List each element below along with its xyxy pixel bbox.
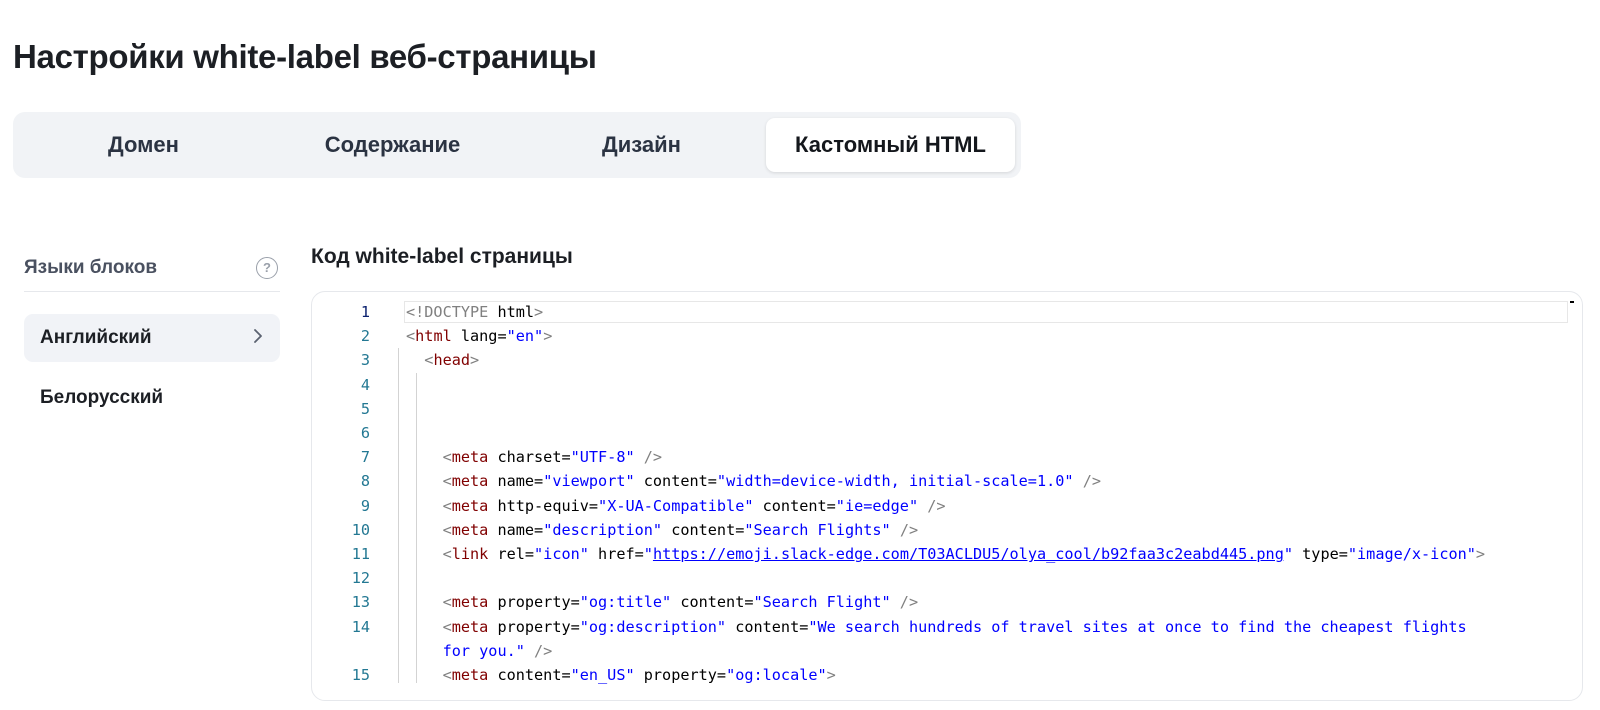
sidebar-item-english[interactable]: Английский: [24, 314, 280, 362]
sidebar-item-belarusian[interactable]: Белорусский: [24, 374, 280, 422]
code-line[interactable]: 5: [312, 397, 1582, 422]
line-number: 4: [360, 375, 370, 394]
code-line[interactable]: for you." />: [312, 639, 1582, 664]
line-number: 13: [351, 593, 370, 612]
code-text: <meta content="en_US" property="og:local…: [442, 666, 836, 684]
code-text: <meta http-equiv="X-UA-Compatible" conte…: [442, 496, 946, 515]
sidebar-header-label: Языки блоков: [24, 256, 158, 278]
sidebar-item-label: Белорусский: [40, 387, 164, 408]
chevron-right-icon: [252, 328, 264, 349]
code-text: <meta property="og:title" content="Searc…: [442, 593, 919, 612]
tab-design[interactable]: Дизайн: [517, 118, 766, 172]
code-editor[interactable]: 1 <!DOCTYPE html> 2 <html lang="en"> 3 <head…: [311, 291, 1583, 701]
code-text: <head>: [424, 351, 480, 370]
line-number: 9: [360, 496, 370, 515]
line-number: 10: [351, 520, 370, 539]
tab-custom-html[interactable]: Кастомный HTML: [766, 118, 1015, 172]
code-text: <meta charset="UTF-8" />: [442, 448, 663, 467]
settings-tabs: Домен Содержание Дизайн Кастомный HTML: [13, 112, 1021, 178]
code-line[interactable]: 10 <meta name="description" content="Sea…: [312, 518, 1582, 543]
line-number: 1: [360, 303, 370, 321]
line-number: 15: [351, 666, 370, 684]
code-line[interactable]: 15 <meta content="en_US" property="og:lo…: [312, 663, 1582, 688]
code-section-title: Код white-label страницы: [311, 245, 573, 268]
line-number: 2: [360, 327, 370, 346]
code-text: <meta property="og:description" content=…: [442, 617, 1467, 636]
code-line[interactable]: 14 <meta property="og:description" conte…: [312, 615, 1582, 640]
code-line[interactable]: 9 <meta http-equiv="X-UA-Compatible" con…: [312, 494, 1582, 519]
tab-content[interactable]: Содержание: [268, 118, 517, 172]
code-text: <meta name="viewport" content="width=dev…: [442, 472, 1101, 491]
code-line[interactable]: 12: [312, 566, 1582, 591]
code-line[interactable]: 7 <meta charset="UTF-8" />: [312, 445, 1582, 470]
line-number: 7: [360, 448, 370, 467]
block-languages-sidebar: Языки блоков ? Английский Белорусский: [24, 246, 280, 422]
line-number: 5: [360, 399, 370, 418]
line-number: 8: [360, 472, 370, 491]
code-line[interactable]: 1 <!DOCTYPE html>: [312, 300, 1582, 325]
page-title: Настройки white-label веб-страницы: [13, 38, 597, 75]
code-line[interactable]: 11 <link rel="icon" href="https://emoji.…: [312, 542, 1582, 567]
code-line[interactable]: 3 <head>: [312, 348, 1582, 373]
code-text: <!DOCTYPE html>: [406, 303, 544, 321]
question-circle-icon[interactable]: ?: [256, 256, 278, 279]
code-line[interactable]: 13 <meta property="og:title" content="Se…: [312, 590, 1582, 615]
sidebar-header: Языки блоков ?: [24, 246, 280, 292]
code-text: <meta name="description" content="Search…: [442, 520, 919, 539]
code-text: <link rel="icon" href="https://emoji.sla…: [442, 545, 1486, 563]
code-text: <html lang="en">: [406, 327, 553, 346]
indent-guide: [398, 348, 399, 683]
tab-domain[interactable]: Домен: [19, 118, 268, 172]
indent-guide: [416, 372, 417, 683]
code-line[interactable]: 6: [312, 421, 1582, 446]
code-line[interactable]: 4: [312, 373, 1582, 398]
line-number: 3: [360, 351, 370, 370]
code-line[interactable]: 8 <meta name="viewport" content="width=d…: [312, 469, 1582, 494]
line-number: 12: [351, 569, 370, 588]
code-text: for you." />: [442, 641, 553, 660]
line-number: 11: [351, 545, 370, 563]
code-line[interactable]: 2 <html lang="en">: [312, 324, 1582, 349]
line-number: 6: [360, 424, 370, 442]
line-number: 14: [351, 617, 370, 636]
sidebar-item-label: Английский: [40, 327, 152, 348]
